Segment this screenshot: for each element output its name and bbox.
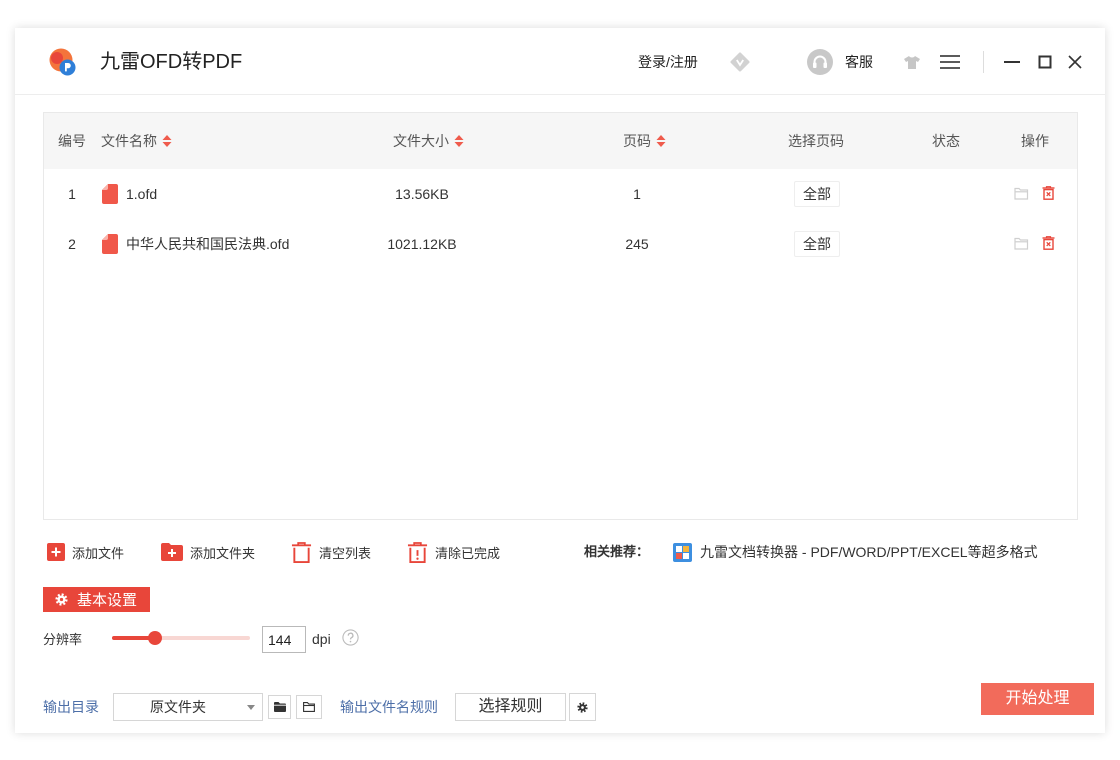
output-dir-label: 输出目录	[43, 699, 99, 715]
column-label: 编号	[58, 133, 86, 149]
clear-completed-label: 清除已完成	[435, 545, 501, 561]
doc-converter-app-icon	[673, 542, 692, 562]
header-divider	[983, 51, 984, 73]
menu-icon[interactable]	[940, 55, 960, 69]
column-label: 选择页码	[788, 133, 844, 149]
column-label: 文件大小	[393, 133, 449, 149]
file-size: 1021.12KB	[387, 236, 457, 252]
sort-icon[interactable]	[454, 134, 464, 148]
page-range-select[interactable]: 全部	[794, 181, 840, 207]
column-header-name[interactable]: 文件名称	[101, 113, 172, 169]
trash-alert-icon	[407, 541, 428, 563]
status-text	[914, 169, 980, 219]
resolution-label: 分辨率	[43, 632, 83, 647]
ofd-file-icon	[102, 234, 118, 254]
app-window: 九雷OFD转PDF 登录/注册 客服 编号 文件名称 文件大小 页码 选择页码 …	[15, 28, 1105, 733]
column-label: 状态	[932, 133, 960, 149]
page-count: 1	[633, 186, 641, 202]
diamond-vip-icon[interactable]	[729, 51, 751, 73]
chevron-down-icon	[247, 705, 255, 710]
tshirt-icon[interactable]	[903, 55, 921, 70]
slider-thumb[interactable]	[147, 631, 162, 645]
delete-icon[interactable]	[1042, 236, 1055, 250]
title-bar: 九雷OFD转PDF 登录/注册 客服	[15, 28, 1105, 95]
select-rule-button[interactable]: 选择规则	[455, 693, 566, 721]
page-range-select[interactable]: 全部	[794, 231, 840, 257]
clear-list-label: 清空列表	[319, 545, 372, 561]
add-folder-icon	[161, 543, 183, 561]
rule-settings-button[interactable]	[569, 693, 596, 721]
minimize-icon[interactable]	[1004, 55, 1020, 69]
add-file-icon	[47, 543, 65, 561]
browse-folder-button[interactable]	[268, 695, 291, 719]
add-folder-button[interactable]: 添加文件夹	[161, 541, 255, 563]
file-size: 13.56KB	[395, 186, 449, 202]
customer-service-link[interactable]: 客服	[845, 53, 873, 71]
column-header-size[interactable]: 文件大小	[393, 113, 464, 169]
column-header-page-select: 选择页码	[788, 113, 844, 169]
sort-icon[interactable]	[656, 134, 666, 148]
page-count: 245	[625, 236, 649, 252]
output-dir-select[interactable]: 原文件夹	[113, 693, 263, 721]
recommended-app-label: 九雷文档转换器 - PDF/WORD/PPT/EXCEL等超多格式	[700, 544, 1038, 560]
resolution-slider[interactable]	[112, 631, 250, 645]
file-name: 1.ofd	[126, 186, 158, 202]
file-table: 编号 文件名称 文件大小 页码 选择页码 状态 操作 1 1.ofd 13.56…	[43, 112, 1078, 520]
column-header-index: 编号	[58, 113, 86, 169]
app-title: 九雷OFD转PDF	[100, 51, 243, 73]
delete-icon[interactable]	[1042, 186, 1055, 200]
gear-icon	[577, 701, 588, 713]
app-logo-icon	[47, 47, 77, 77]
column-label: 操作	[1021, 133, 1049, 149]
clear-list-button[interactable]: 清空列表	[291, 541, 371, 563]
trash-icon	[291, 541, 312, 563]
basic-settings-tab[interactable]: 基本设置	[43, 587, 150, 612]
start-processing-button[interactable]: 开始处理	[981, 683, 1094, 715]
gear-icon	[55, 593, 68, 606]
resolution-unit: dpi	[312, 631, 331, 647]
headset-icon[interactable]	[807, 49, 833, 75]
add-file-label: 添加文件	[72, 545, 125, 561]
ofd-file-icon	[102, 184, 118, 204]
file-name: 中华人民共和国民法典.ofd	[126, 236, 290, 252]
question-circle-icon[interactable]	[342, 629, 359, 646]
folder-open-icon	[303, 702, 315, 712]
close-icon[interactable]	[1068, 55, 1082, 69]
add-folder-label: 添加文件夹	[190, 545, 256, 561]
login-register-link[interactable]: 登录/注册	[638, 53, 698, 71]
recommended-app-link[interactable]: 九雷文档转换器 - PDF/WORD/PPT/EXCEL等超多格式	[673, 541, 1038, 563]
column-label: 文件名称	[101, 133, 157, 149]
sort-icon[interactable]	[162, 134, 172, 148]
maximize-icon[interactable]	[1038, 55, 1052, 69]
row-index: 1	[68, 186, 76, 202]
status-text	[914, 219, 980, 269]
column-header-status: 状态	[932, 113, 960, 169]
column-header-actions: 操作	[1021, 113, 1049, 169]
resolution-input[interactable]	[262, 626, 306, 653]
open-output-folder-button[interactable]	[296, 695, 322, 719]
folder-filled-icon	[273, 702, 286, 712]
output-dir-value: 原文件夹	[150, 699, 206, 715]
table-row[interactable]: 2 中华人民共和国民法典.ofd 1021.12KB 245 全部	[44, 219, 1077, 269]
recommend-label: 相关推荐：	[584, 544, 650, 559]
basic-settings-label: 基本设置	[77, 592, 138, 609]
table-row[interactable]: 1 1.ofd 13.56KB 1 全部	[44, 169, 1077, 219]
table-header: 编号 文件名称 文件大小 页码 选择页码 状态 操作	[44, 113, 1077, 169]
column-header-pages[interactable]: 页码	[623, 113, 666, 169]
clear-completed-button[interactable]: 清除已完成	[407, 541, 500, 563]
row-index: 2	[68, 236, 76, 252]
column-label: 页码	[623, 133, 651, 149]
filename-rule-label: 输出文件名规则	[340, 699, 438, 715]
open-folder-icon[interactable]	[1014, 237, 1029, 250]
open-folder-icon[interactable]	[1014, 187, 1029, 200]
add-file-button[interactable]: 添加文件	[47, 541, 124, 563]
